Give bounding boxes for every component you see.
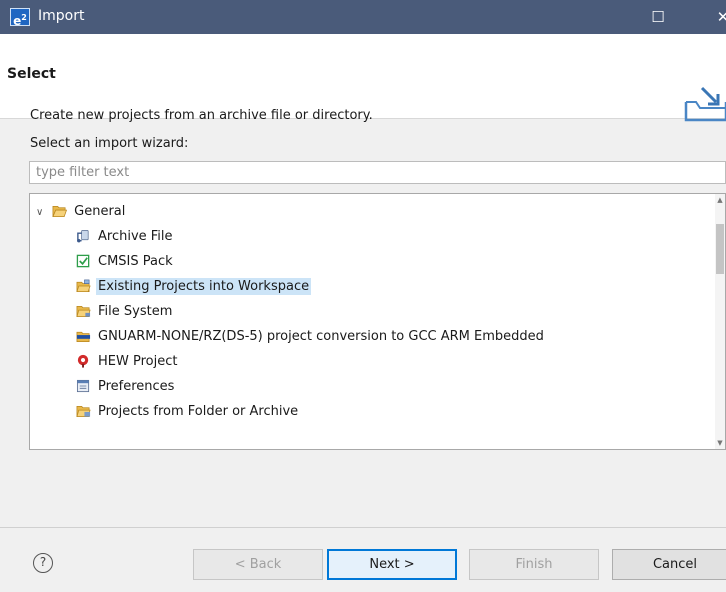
scroll-thumb[interactable] (716, 224, 724, 274)
file-system-folder-icon (76, 305, 91, 317)
preferences-icon (76, 379, 90, 392)
tree-item-file-system[interactable]: File System (76, 301, 174, 322)
footer-divider (0, 527, 726, 528)
tree-item-hew-project[interactable]: HEW Project (76, 351, 179, 372)
next-button[interactable]: Next > (327, 549, 457, 580)
import-wizard-banner-icon (684, 86, 726, 122)
scroll-down-arrow-icon[interactable]: ▼ (715, 439, 725, 447)
tree-group-general[interactable]: ∨ General (36, 201, 127, 222)
page-title: Select (7, 66, 56, 82)
tree-item-label: Projects from Folder or Archive (98, 404, 299, 419)
title-bar: e2 Import ☐ ✕ (0, 0, 726, 34)
e2-studio-logo-icon: e2 (10, 8, 30, 28)
maximize-button[interactable]: ☐ (635, 0, 681, 34)
tree-scrollbar[interactable]: ▲ ▼ (715, 194, 725, 449)
tree-item-project-conversion[interactable]: GNUARM-NONE/RZ(DS-5) project conversion … (76, 326, 546, 347)
tree-item-label: HEW Project (98, 354, 178, 369)
scroll-up-arrow-icon[interactable]: ▲ (715, 196, 725, 204)
cmsis-pack-icon (76, 254, 90, 267)
tree-item-existing-projects[interactable]: Existing Projects into Workspace (76, 276, 312, 297)
tree-item-archive-file[interactable]: Archive File (76, 226, 175, 247)
chevron-down-icon[interactable]: ∨ (36, 202, 48, 223)
project-conversion-icon (76, 331, 91, 342)
tree-group-label: General (74, 204, 126, 219)
tree-item-label: CMSIS Pack (98, 254, 173, 269)
archive-file-icon (77, 229, 89, 242)
help-button[interactable]: ? (33, 553, 53, 573)
tree-item-label: Archive File (98, 229, 173, 244)
tree-item-projects-from-folder[interactable]: Projects from Folder or Archive (76, 401, 300, 422)
folder-open-icon (52, 205, 68, 217)
import-wizard-tree[interactable]: ∨ General Archive File CMSIS Pack Existi… (29, 193, 726, 450)
tree-item-preferences[interactable]: Preferences (76, 376, 176, 397)
close-button[interactable]: ✕ (700, 0, 726, 34)
filter-input[interactable] (29, 161, 726, 184)
page-description: Create new projects from an archive file… (30, 108, 373, 123)
window-title: Import (38, 8, 85, 24)
back-button[interactable]: < Back (193, 549, 323, 580)
tree-item-label: File System (98, 304, 173, 319)
existing-projects-icon (76, 279, 91, 292)
finish-button[interactable]: Finish (469, 549, 599, 580)
tree-item-label: Existing Projects into Workspace (96, 278, 312, 295)
wizard-header: Select Create new projects from an archi… (0, 34, 726, 123)
tree-item-cmsis-pack[interactable]: CMSIS Pack (76, 251, 175, 272)
cancel-button[interactable]: Cancel (612, 549, 726, 580)
projects-folder-icon (76, 405, 91, 417)
tree-item-label: GNUARM-NONE/RZ(DS-5) project conversion … (98, 329, 544, 344)
import-wizard-label: Select an import wizard: (30, 136, 189, 151)
tree-item-label: Preferences (98, 379, 175, 394)
hew-project-icon (77, 354, 89, 368)
